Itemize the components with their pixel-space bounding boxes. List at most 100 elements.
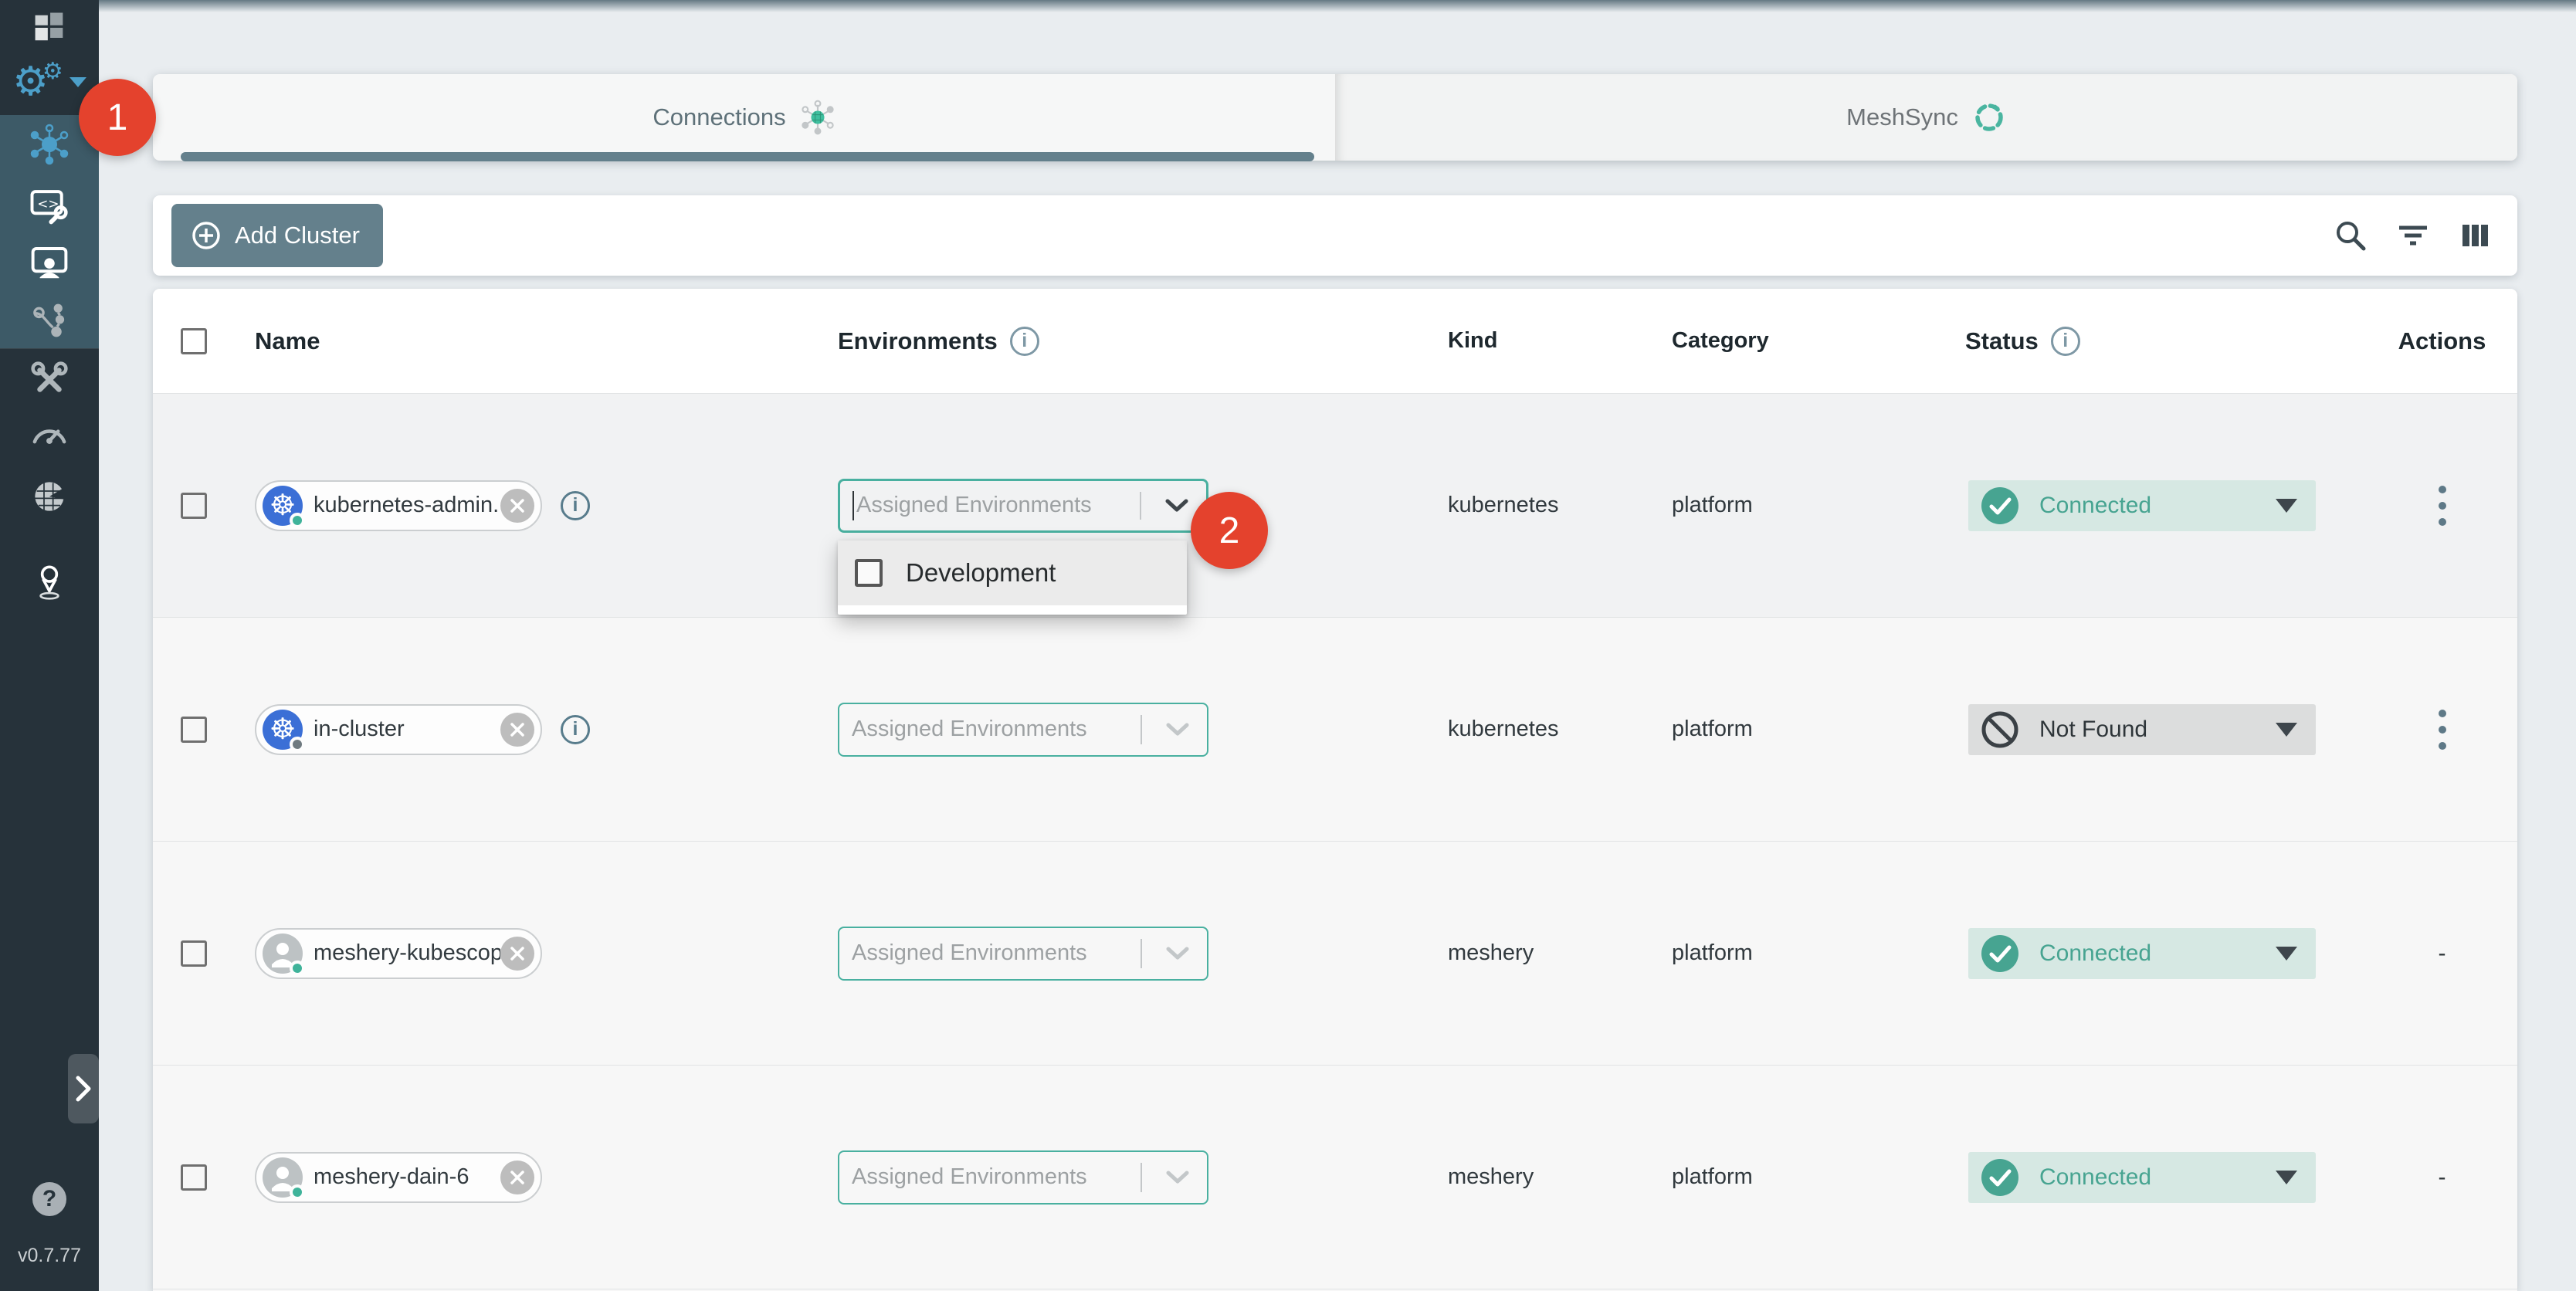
- remove-connection-button[interactable]: [500, 1161, 534, 1194]
- location-pin-icon: [30, 561, 69, 602]
- column-header-category[interactable]: Category: [1672, 328, 1769, 353]
- environments-placeholder: Assigned Environments: [852, 1164, 1087, 1190]
- category-value: platform: [1672, 493, 1753, 517]
- environments-placeholder: Assigned Environments: [856, 493, 1092, 518]
- check-circle-icon: [1979, 1157, 2021, 1198]
- row-actions-menu-button[interactable]: [2439, 710, 2446, 750]
- caret-down-icon: [2276, 1171, 2297, 1184]
- remove-connection-button[interactable]: [500, 489, 534, 523]
- status-badge-not-found[interactable]: Not Found: [1968, 704, 2316, 755]
- environments-placeholder: Assigned Environments: [852, 940, 1087, 966]
- check-circle-icon: [1979, 485, 2021, 527]
- tab-connections[interactable]: Connections: [153, 74, 1335, 161]
- sidebar-item-extensions[interactable]: [0, 475, 99, 518]
- kind-value: kubernetes: [1448, 493, 1559, 517]
- sidebar-item-configuration[interactable]: [0, 359, 99, 401]
- status-badge-connected[interactable]: Connected: [1968, 1152, 2316, 1203]
- add-cluster-button[interactable]: Add Cluster: [171, 204, 383, 267]
- tab-meshsync-label: MeshSync: [1846, 103, 1958, 131]
- tab-meshsync[interactable]: MeshSync: [1335, 74, 2517, 161]
- help-icon[interactable]: ?: [32, 1182, 66, 1216]
- search-icon: [2332, 217, 2369, 254]
- status-label: Connected: [2039, 493, 2276, 519]
- chevron-down-icon: [69, 77, 86, 87]
- connection-chip[interactable]: meshery-dain-6: [255, 1152, 542, 1203]
- connection-info-icon[interactable]: i: [561, 715, 590, 744]
- expand-chevron-icon: [73, 1073, 93, 1104]
- caret-down-icon: [2276, 723, 2297, 737]
- sidebar-item-performance[interactable]: [0, 413, 99, 455]
- sidebar-expand-button[interactable]: [68, 1054, 99, 1123]
- table-row: ☸ in-cluster i Assigned Environments: [153, 618, 2517, 842]
- close-icon: [508, 496, 527, 515]
- connection-chip[interactable]: ☸ in-cluster: [255, 704, 542, 755]
- status-badge-connected[interactable]: Connected: [1968, 928, 2316, 979]
- sidebar-item-workflows[interactable]: [0, 300, 99, 341]
- row-checkbox[interactable]: [181, 1164, 207, 1191]
- kind-value: meshery: [1448, 1164, 1534, 1189]
- status-badge-connected[interactable]: Connected: [1968, 480, 2316, 531]
- row-checkbox[interactable]: [181, 940, 207, 967]
- table-row: ☸ kubernetes-admin... i Assigned Environ…: [153, 394, 2517, 618]
- view-columns-button[interactable]: [2457, 217, 2494, 256]
- caret-down-icon: [2276, 499, 2297, 513]
- status-label: Connected: [2039, 1164, 2276, 1191]
- annotation-step-1-badge: 1: [79, 79, 156, 156]
- status-info-icon[interactable]: i: [2051, 327, 2080, 356]
- column-header-environments[interactable]: Environments: [838, 327, 998, 355]
- close-icon: [508, 1168, 527, 1187]
- status-label: Not Found: [2039, 717, 2276, 743]
- connection-chip[interactable]: meshery-kubescop...: [255, 928, 542, 979]
- chevron-down-icon[interactable]: [1164, 498, 1189, 513]
- meshsync-spinner-icon: [1972, 100, 2006, 134]
- annotation-step-2-badge: 2: [1191, 492, 1268, 569]
- connections-table: Name Environments i Kind Category Status…: [153, 289, 2517, 1291]
- active-tab-indicator: [181, 152, 1314, 161]
- row-actions-menu-button[interactable]: [2439, 486, 2446, 526]
- environments-info-icon[interactable]: i: [1010, 327, 1039, 356]
- environments-menu-item-development[interactable]: Development: [838, 540, 1187, 605]
- column-header-kind[interactable]: Kind: [1448, 328, 1497, 353]
- status-dot-green: [290, 961, 305, 976]
- menu-item-label: Development: [906, 558, 1056, 588]
- remove-connection-button[interactable]: [500, 713, 534, 747]
- connection-name: meshery-dain-6: [314, 1164, 500, 1190]
- sidebar-item-adapters[interactable]: <>: [0, 184, 99, 225]
- table-row: meshery-dain-6 Assigned Environments mes…: [153, 1066, 2517, 1289]
- search-button[interactable]: [2332, 217, 2369, 256]
- connection-chip[interactable]: ☸ kubernetes-admin...: [255, 480, 542, 531]
- no-actions-placeholder: -: [2439, 1164, 2446, 1191]
- row-checkbox[interactable]: [181, 717, 207, 743]
- column-header-status[interactable]: Status: [1965, 327, 2039, 355]
- sidebar-divider: [0, 348, 99, 349]
- environments-select[interactable]: Assigned Environments: [838, 927, 1208, 981]
- environments-select[interactable]: Assigned Environments: [838, 479, 1208, 533]
- connection-name: in-cluster: [314, 717, 500, 742]
- kind-value: meshery: [1448, 940, 1534, 965]
- column-header-name[interactable]: Name: [255, 327, 320, 355]
- row-checkbox[interactable]: [181, 493, 207, 519]
- status-dot-green: [290, 1184, 305, 1200]
- menu-item-checkbox[interactable]: [855, 559, 883, 587]
- chevron-down-icon[interactable]: [1165, 1170, 1190, 1185]
- chevron-down-icon[interactable]: [1165, 722, 1190, 737]
- connection-name: meshery-kubescop...: [314, 940, 500, 966]
- presenter-icon: [29, 242, 70, 283]
- environments-select[interactable]: Assigned Environments: [838, 1150, 1208, 1205]
- connections-hub-icon: [800, 100, 836, 135]
- sidebar-item-designs[interactable]: [0, 242, 99, 283]
- filter-button[interactable]: [2395, 217, 2432, 256]
- sidebar-item-dashboard[interactable]: [0, 8, 99, 48]
- connection-info-icon[interactable]: i: [561, 491, 590, 520]
- environments-select[interactable]: Assigned Environments: [838, 703, 1208, 757]
- sidebar-item-get-involved[interactable]: [0, 561, 99, 602]
- environments-placeholder: Assigned Environments: [852, 717, 1087, 742]
- close-icon: [508, 944, 527, 963]
- chevron-down-icon[interactable]: [1165, 946, 1190, 961]
- select-all-checkbox[interactable]: [181, 328, 207, 354]
- remove-connection-button[interactable]: [500, 937, 534, 971]
- plus-circle-icon: [190, 219, 222, 252]
- flowchart-icon: [29, 300, 70, 341]
- environments-menu: Development: [838, 540, 1187, 615]
- text-cursor: [852, 491, 854, 520]
